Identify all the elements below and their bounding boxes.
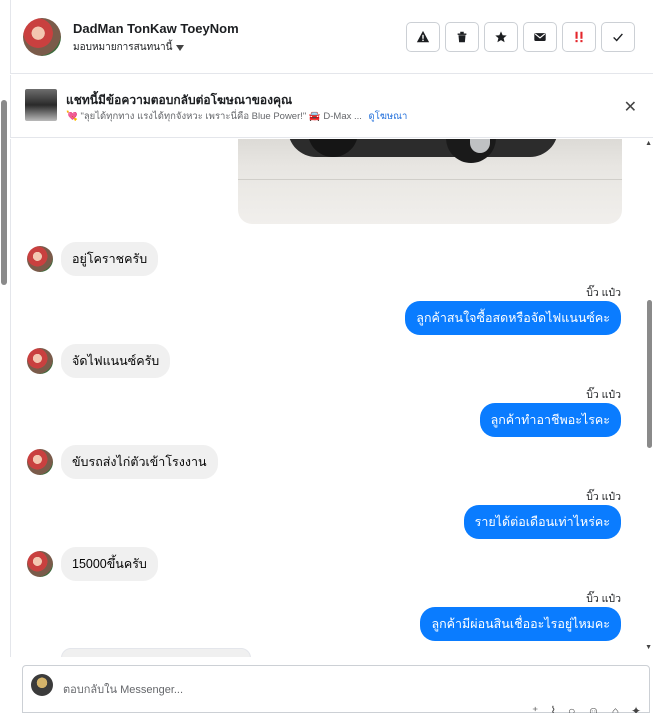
mark-done-button[interactable]	[601, 22, 635, 52]
contact-avatar[interactable]	[23, 18, 61, 56]
view-ad-link[interactable]: ดูโฆษณา	[369, 111, 408, 122]
thread-scrollbar[interactable]	[647, 145, 653, 657]
avatar[interactable]	[27, 551, 53, 577]
outgoing-message-bubble[interactable]: ลูกค้าทำอาชีพอะไรคะ	[479, 403, 621, 437]
message-bubble[interactable]: 15000ขึ้นครับ	[61, 547, 158, 581]
avatar[interactable]	[27, 449, 53, 475]
mark-unread-button[interactable]	[523, 22, 557, 52]
assign-conversation-dropdown[interactable]: มอบหมายการสนทนานี้	[73, 40, 185, 55]
car-photo-attachment[interactable]	[238, 139, 622, 224]
message-thread[interactable]: อยู่โคราชครับ บิ๊ว แป๋ว ลูกค้าสนใจซื้อสด…	[10, 139, 653, 657]
avatar[interactable]	[27, 246, 53, 272]
floor-line	[238, 179, 622, 180]
more-icon[interactable]: ✦	[631, 704, 641, 713]
page-avatar	[31, 674, 53, 696]
ad-banner-title: แชทนี้มีข้อความตอบกลับต่อโฆษณาของคุณ	[66, 93, 293, 107]
add-person-icon[interactable]: ⁺	[532, 704, 538, 713]
ad-reply-banner: แชทนี้มีข้อความตอบกลับต่อโฆษณาของคุณ 💘 "…	[10, 75, 653, 138]
ad-caption: 💘 "ลุยได้ทุกทาง แรงได้ทุกจังหวะ เพราะนี่…	[66, 111, 362, 122]
reply-composer[interactable]: ตอบกลับใน Messenger... ⁺ ⌇ ○ ☺ ⌂ ✦	[22, 665, 650, 713]
outgoing-message-bubble[interactable]: ลูกค้าสนใจซื้อสดหรือจัดไฟแนนซ์คะ	[405, 301, 621, 335]
scrollbar-thumb[interactable]	[647, 300, 652, 448]
scrollbar-thumb[interactable]	[1, 100, 7, 285]
mail-icon	[534, 33, 546, 41]
seen-by-label: บิ๊ว แป๋ว	[586, 287, 621, 299]
incoming-message: จัดไฟแนนซ์ครับ	[27, 344, 171, 378]
check-icon	[613, 33, 623, 42]
star-icon	[495, 31, 507, 43]
incoming-message: ขับรถส่งไก่ตัวเข้าโรงงาน	[27, 445, 218, 479]
message-bubble[interactable]: จัดไฟแนนซ์ครับ	[61, 344, 171, 378]
seen-by-label: บิ๊ว แป๋ว	[586, 491, 621, 503]
reply-input[interactable]: ตอบกลับใน Messenger...	[63, 680, 183, 698]
ad-thumbnail[interactable]	[25, 89, 57, 121]
message-bubble[interactable]: อยู่โคราชครับ	[61, 242, 159, 276]
incoming-message: อยู่โคราชครับ	[27, 242, 159, 276]
assign-label: มอบหมายการสนทนานี้	[73, 42, 173, 53]
conversation-list-scrollbar[interactable]	[0, 80, 8, 710]
close-icon[interactable]: ✕	[624, 97, 637, 117]
like-icon[interactable]: ⌂	[612, 704, 619, 713]
incoming-message: 15000ขึ้นครับ	[27, 547, 158, 581]
composer-toolbar: ⁺ ⌇ ○ ☺ ⌂ ✦	[532, 704, 641, 713]
warning-icon	[416, 30, 430, 43]
outgoing-message-bubble[interactable]: ลูกค้ามีผ่อนสินเชื่ออะไรอยู่ไหมคะ	[420, 607, 621, 641]
follow-up-icon	[575, 31, 583, 43]
emoji-icon[interactable]: ☺	[587, 704, 599, 713]
scroll-down-arrow[interactable]: ▼	[645, 644, 652, 651]
contact-name[interactable]: DadMan TonKaw ToeyNom	[73, 21, 239, 36]
outgoing-message-bubble[interactable]: รายได้ต่อเดือนเท่าไหร่คะ	[463, 505, 621, 539]
chevron-down-icon	[176, 44, 185, 51]
delete-button[interactable]	[445, 22, 479, 52]
ad-banner-subtitle: 💘 "ลุยได้ทุกทาง แรงได้ทุกจังหวะ เพราะนี่…	[66, 109, 407, 124]
trash-icon	[457, 31, 467, 43]
saved-reply-icon[interactable]: ○	[568, 704, 575, 713]
star-button[interactable]	[484, 22, 518, 52]
seen-by-label: บิ๊ว แป๋ว	[586, 389, 621, 401]
header-toolbar	[406, 22, 635, 52]
message-bubble[interactable]: ขับรถส่งไก่ตัวเข้าโรงงาน	[61, 445, 218, 479]
conversation-header: DadMan TonKaw ToeyNom มอบหมายการสนทนานี้	[10, 0, 653, 74]
report-button[interactable]	[406, 22, 440, 52]
attachment-icon[interactable]: ⌇	[550, 704, 556, 713]
avatar[interactable]	[27, 348, 53, 374]
seen-by-label: บิ๊ว แป๋ว	[586, 593, 621, 605]
follow-up-button[interactable]	[562, 22, 596, 52]
partial-message-bubble	[61, 648, 251, 657]
